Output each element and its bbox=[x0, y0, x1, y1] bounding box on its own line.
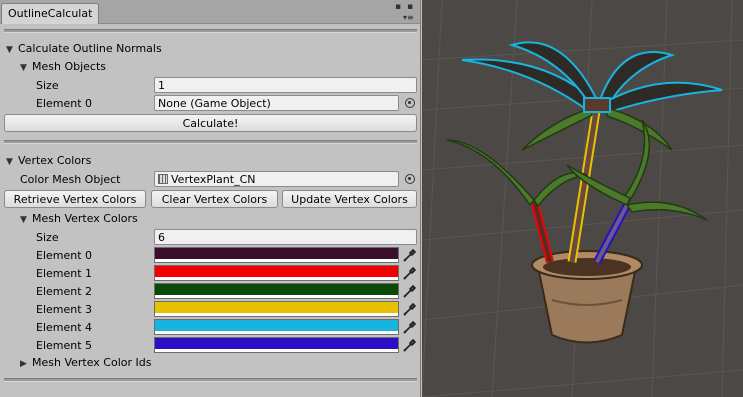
retrieve-vertex-colors-button[interactable]: Retrieve Vertex Colors bbox=[4, 190, 146, 208]
color-element-row: Element 4 bbox=[0, 319, 420, 337]
color-mesh-label: Color Mesh Object bbox=[20, 173, 121, 186]
mesh-vertex-color-ids-foldout[interactable]: ▶ Mesh Vertex Color Ids bbox=[0, 354, 420, 372]
element-label: Element 2 bbox=[36, 285, 93, 298]
triangle-down-icon: ▼ bbox=[20, 63, 27, 73]
maximize-icon[interactable]: ▪ bbox=[407, 3, 413, 12]
mesh-vertex-colors-foldout[interactable]: ▼ Mesh Vertex Colors bbox=[0, 210, 420, 228]
element-label: Element 1 bbox=[36, 267, 93, 280]
separator bbox=[4, 29, 417, 33]
triangle-right-icon: ▶ bbox=[20, 359, 27, 369]
color-element-row: Element 0 bbox=[0, 247, 420, 265]
plant-model-preview bbox=[422, 0, 743, 397]
separator bbox=[4, 378, 417, 382]
inspector-panel: OutlineCalculat ▪ ▪ ▾≡ ▼ Calculate Outlin… bbox=[0, 0, 421, 397]
mesh-objects-size-row: Size 1 bbox=[0, 77, 420, 95]
eyedropper-icon[interactable] bbox=[402, 337, 418, 353]
update-vertex-colors-button[interactable]: Update Vertex Colors bbox=[282, 190, 417, 208]
mesh-objects-label: Mesh Objects bbox=[32, 60, 107, 73]
separator bbox=[4, 140, 417, 144]
triangle-down-icon: ▼ bbox=[6, 45, 13, 55]
color-field[interactable] bbox=[154, 265, 399, 281]
mesh-vertex-colors-label: Mesh Vertex Colors bbox=[32, 212, 138, 225]
color-mesh-value: VertexPlant_CN bbox=[171, 173, 256, 186]
tab-title: OutlineCalculat bbox=[8, 7, 93, 20]
mesh-objects-element0-row: Element 0 None (Game Object) bbox=[0, 95, 420, 113]
element-label: Element 4 bbox=[36, 321, 93, 334]
mesh-objects-foldout[interactable]: ▼ Mesh Objects bbox=[0, 58, 420, 76]
size-label: Size bbox=[36, 79, 59, 92]
vertex-colors-header: Vertex Colors bbox=[18, 154, 92, 167]
color-field[interactable] bbox=[154, 301, 399, 317]
triangle-down-icon: ▼ bbox=[20, 215, 27, 225]
color-swatch bbox=[155, 284, 398, 295]
mesh-vertex-color-ids-label: Mesh Vertex Color Ids bbox=[32, 356, 152, 369]
element-label: Element 3 bbox=[36, 303, 93, 316]
element-label: Element 0 bbox=[36, 97, 93, 110]
color-mesh-row: Color Mesh Object VertexPlant_CN bbox=[0, 171, 420, 189]
color-field[interactable] bbox=[154, 283, 399, 299]
calculate-button[interactable]: Calculate! bbox=[4, 114, 417, 132]
triangle-down-icon: ▼ bbox=[6, 157, 13, 167]
size-label: Size bbox=[36, 231, 59, 244]
color-field[interactable] bbox=[154, 247, 399, 263]
scene-view[interactable] bbox=[422, 0, 743, 397]
color-field[interactable] bbox=[154, 337, 399, 353]
mesh-object-field[interactable]: None (Game Object) bbox=[154, 95, 399, 111]
eyedropper-icon[interactable] bbox=[402, 265, 418, 281]
object-picker-icon[interactable] bbox=[405, 98, 415, 108]
mesh-objects-size-input[interactable]: 1 bbox=[154, 77, 417, 93]
lock-icon[interactable]: ▪ bbox=[395, 3, 401, 12]
color-mesh-object-field[interactable]: VertexPlant_CN bbox=[154, 171, 399, 187]
stem-red-core bbox=[532, 199, 552, 263]
menu-icon[interactable]: ▾≡ bbox=[403, 13, 414, 22]
color-swatch bbox=[155, 338, 398, 349]
vertex-colors-size-input[interactable]: 6 bbox=[154, 229, 417, 245]
color-element-row: Element 5 bbox=[0, 337, 420, 355]
eyedropper-icon[interactable] bbox=[402, 247, 418, 263]
tab-bar: OutlineCalculat ▪ ▪ ▾≡ bbox=[0, 0, 420, 24]
color-swatch bbox=[155, 266, 398, 277]
eyedropper-icon[interactable] bbox=[402, 283, 418, 299]
outline-normals-foldout[interactable]: ▼ Calculate Outline Normals bbox=[0, 40, 420, 58]
color-swatch bbox=[155, 320, 398, 331]
clear-vertex-colors-button[interactable]: Clear Vertex Colors bbox=[151, 190, 278, 208]
crown-band bbox=[583, 97, 611, 113]
eyedropper-icon[interactable] bbox=[402, 319, 418, 335]
color-field[interactable] bbox=[154, 319, 399, 335]
vertex-colors-foldout[interactable]: ▼ Vertex Colors bbox=[0, 152, 420, 170]
color-element-row: Element 2 bbox=[0, 283, 420, 301]
eyedropper-icon[interactable] bbox=[402, 301, 418, 317]
color-element-row: Element 1 bbox=[0, 265, 420, 283]
mesh-icon bbox=[158, 174, 168, 184]
element-label: Element 0 bbox=[36, 249, 93, 262]
element-label: Element 5 bbox=[36, 339, 93, 352]
color-swatch bbox=[155, 248, 398, 259]
color-swatch bbox=[155, 302, 398, 313]
object-picker-icon[interactable] bbox=[405, 174, 415, 184]
outline-normals-header: Calculate Outline Normals bbox=[18, 42, 162, 55]
vertex-colors-size-row: Size 6 bbox=[0, 229, 420, 247]
color-element-row: Element 3 bbox=[0, 301, 420, 319]
pot bbox=[531, 250, 643, 344]
tab-outline-calculator[interactable]: OutlineCalculat bbox=[1, 3, 99, 24]
